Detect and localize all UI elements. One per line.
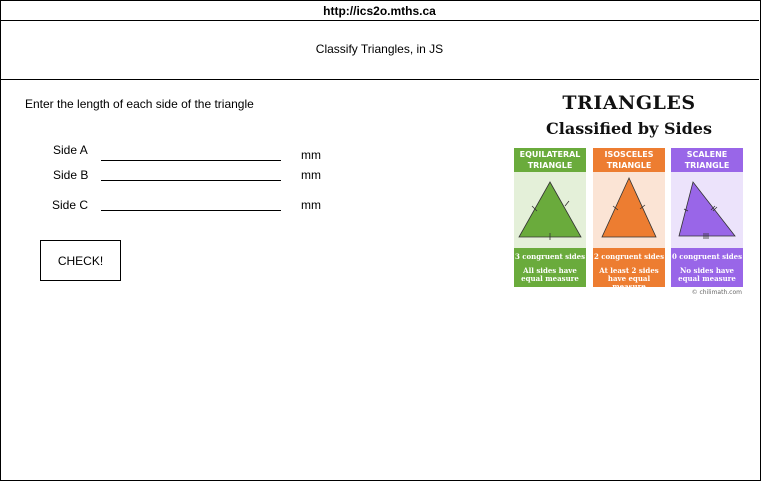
side-b-label: Side B <box>53 168 89 182</box>
equilateral-suffix: TRIANGLE <box>527 161 573 170</box>
equilateral-card: EQUILATERAL TRIANGLE 3 congruent sides A… <box>514 148 586 287</box>
image-credit: © chilimath.com <box>691 289 742 296</box>
side-a-label: Side A <box>53 143 88 157</box>
triangles-infographic: TRIANGLES Classified by Sides EQUILATERA… <box>512 92 746 302</box>
site-url: http://ics2o.mths.ca <box>0 0 759 21</box>
isosceles-suffix: TRIANGLE <box>606 161 652 170</box>
scalene-footer: 0 congruent sides No sides have equal me… <box>671 248 743 287</box>
side-a-input[interactable] <box>101 146 281 161</box>
scalene-body <box>671 172 743 248</box>
equilateral-detail: All sides have equal measure <box>521 266 579 283</box>
scalene-name: SCALENE <box>686 150 728 159</box>
side-b-unit: mm <box>301 168 321 182</box>
equilateral-header: EQUILATERAL TRIANGLE <box>514 148 586 172</box>
isosceles-footer: 2 congruent sides At least 2 sides have … <box>593 248 665 291</box>
side-c-label: Side C <box>52 198 89 212</box>
side-a-unit: mm <box>301 148 321 162</box>
scalene-fact: 0 congruent sides <box>671 252 743 261</box>
page-title: Classify Triangles, in JS <box>0 21 759 80</box>
scalene-detail: No sides have equal measure <box>678 266 736 283</box>
equilateral-name: EQUILATERAL <box>519 150 581 159</box>
isosceles-header: ISOSCELES TRIANGLE <box>593 148 665 172</box>
side-c-unit: mm <box>301 198 321 212</box>
side-c-input[interactable] <box>101 196 281 211</box>
isosceles-body <box>593 172 665 248</box>
equilateral-fact: 3 congruent sides <box>514 252 586 261</box>
scalene-triangle-icon <box>678 181 736 239</box>
isosceles-detail: At least 2 sides have equal measure <box>599 266 659 291</box>
equilateral-footer: 3 congruent sides All sides have equal m… <box>514 248 586 287</box>
equilateral-body <box>514 172 586 248</box>
scalene-suffix: TRIANGLE <box>684 161 730 170</box>
check-button[interactable]: CHECK! <box>40 240 121 281</box>
infographic-subtitle: Classified by Sides <box>546 119 712 138</box>
side-b-input[interactable] <box>101 166 281 181</box>
isosceles-card: ISOSCELES TRIANGLE 2 congruent sides At … <box>593 148 665 291</box>
isosceles-fact: 2 congruent sides <box>593 252 665 261</box>
isosceles-triangle-icon <box>601 177 657 238</box>
isosceles-name: ISOSCELES <box>604 150 654 159</box>
instructions-text: Enter the length of each side of the tri… <box>25 97 254 111</box>
scalene-header: SCALENE TRIANGLE <box>671 148 743 172</box>
scalene-card: SCALENE TRIANGLE 0 congruent sides No si… <box>671 148 743 287</box>
infographic-title: TRIANGLES <box>562 92 696 114</box>
equilateral-triangle-icon <box>518 181 582 240</box>
